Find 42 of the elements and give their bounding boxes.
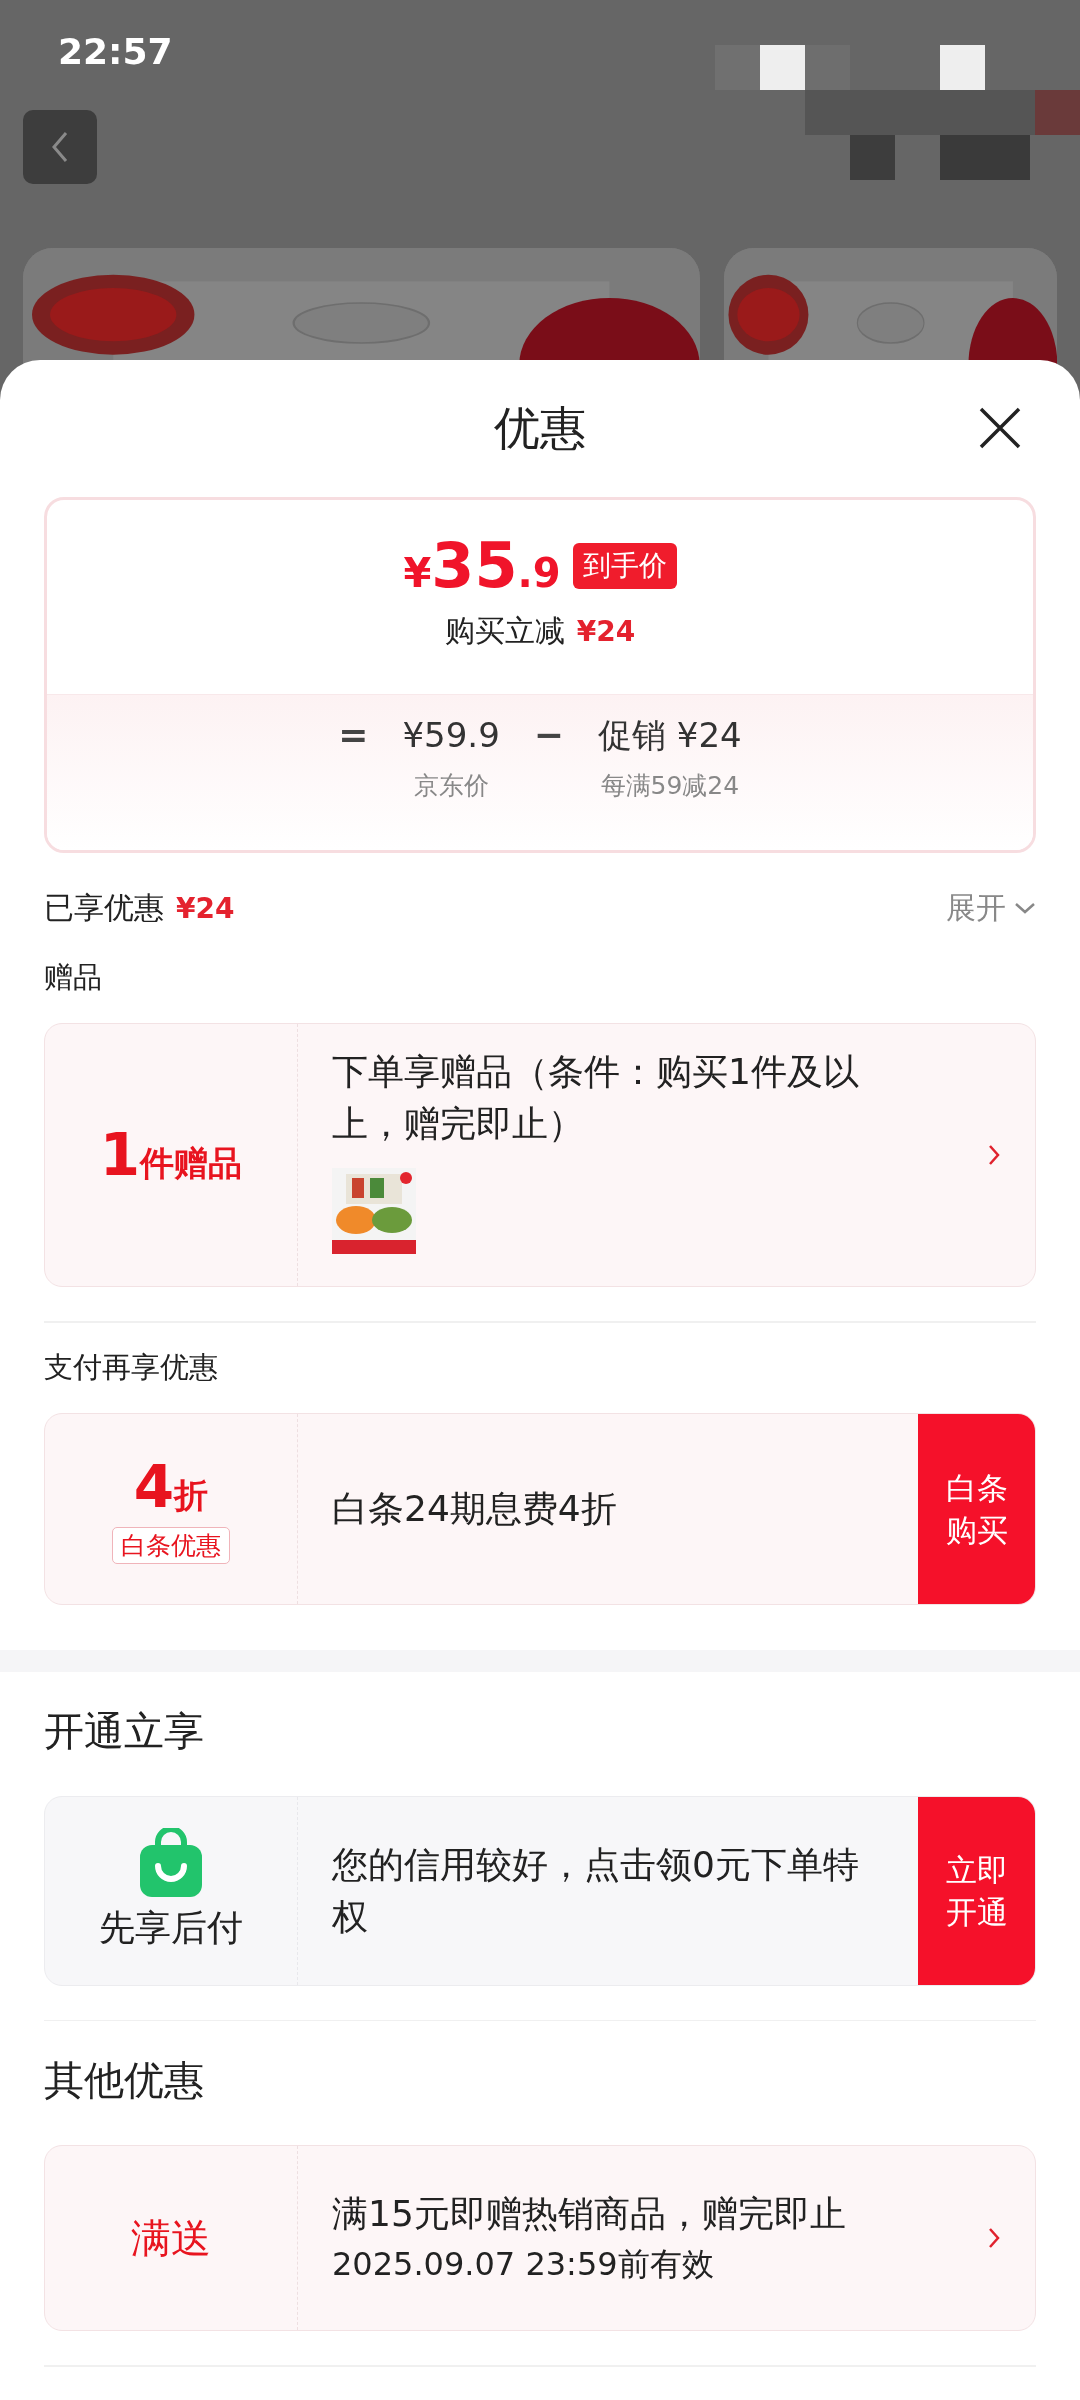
discount-amount: ¥24 bbox=[576, 615, 636, 648]
chevron-right-icon bbox=[987, 2226, 1001, 2250]
action-button[interactable]: 立即开通 bbox=[918, 1796, 1035, 1985]
price-tag: 到手价 bbox=[572, 542, 677, 589]
offer-tag: 白条优惠 bbox=[112, 1527, 230, 1564]
back-icon bbox=[51, 130, 69, 164]
chevron-right-icon bbox=[987, 1143, 1001, 1167]
section-heading: 支付再享优惠 bbox=[44, 1348, 219, 1386]
shopping-bag-icon bbox=[138, 1828, 204, 1898]
offer-card[interactable]: 满送 满15元即赠热销商品，赠完即止 2025.09.07 23:59前有效 bbox=[44, 2145, 1036, 2331]
offer-label: 4折 bbox=[133, 1453, 209, 1521]
section-heading: 其他优惠 bbox=[44, 2056, 205, 2105]
section-heading: 开通立享 bbox=[44, 1706, 205, 1756]
breakdown-amount: 促销 ¥24 bbox=[598, 714, 742, 757]
offer-card[interactable]: 1件赠品 下单享赠品（条件：购买1件及以上，赠完即止） bbox=[44, 1023, 1036, 1287]
savings-label: 已享优惠 bbox=[44, 888, 164, 927]
offer-text: 下单享赠品（条件：购买1件及以上，赠完即止） bbox=[332, 1050, 860, 1146]
offer-label: 1件赠品 bbox=[99, 1121, 243, 1189]
offer-text: 您的信用较好，点击领0元下单特权 bbox=[332, 1842, 860, 1939]
final-price: ¥35.9 bbox=[403, 530, 561, 604]
status-time: 22:57 bbox=[58, 30, 173, 72]
breakdown-caption: 京东价 bbox=[413, 770, 489, 802]
close-button[interactable] bbox=[978, 406, 1022, 450]
expand-toggle[interactable]: 展开 bbox=[946, 887, 1036, 929]
offer-text: 满15元即赠热销商品，赠完即止 bbox=[332, 2192, 847, 2236]
breakdown-caption: 每满59减24 bbox=[600, 770, 740, 802]
savings-amount: ¥24 bbox=[176, 891, 235, 925]
promo-label: 满送 bbox=[131, 2213, 211, 2263]
validity-text: 2025.09.07 23:59前有效 bbox=[332, 2244, 715, 2285]
close-icon bbox=[978, 406, 1022, 450]
discount-label: 购买立减 bbox=[444, 612, 565, 650]
operator-sign: = bbox=[338, 713, 369, 757]
offer-card[interactable]: 4折 白条优惠 白条24期息费4折 白条购买 bbox=[44, 1412, 1036, 1605]
sheet-title: 优惠 bbox=[494, 399, 586, 457]
operator-sign: − bbox=[533, 713, 564, 757]
chevron-icon bbox=[1014, 901, 1036, 915]
section-heading: 赠品 bbox=[44, 959, 103, 996]
action-button[interactable]: 白条购买 bbox=[918, 1413, 1035, 1604]
breakdown-amount: ¥59.9 bbox=[402, 714, 500, 757]
offer-text: 白条24期息费4折 bbox=[332, 1486, 618, 1531]
service-label: 先享后付 bbox=[99, 1906, 243, 1950]
offer-card[interactable]: 先享后付 您的信用较好，点击领0元下单特权 立即开通 bbox=[44, 1795, 1036, 1986]
